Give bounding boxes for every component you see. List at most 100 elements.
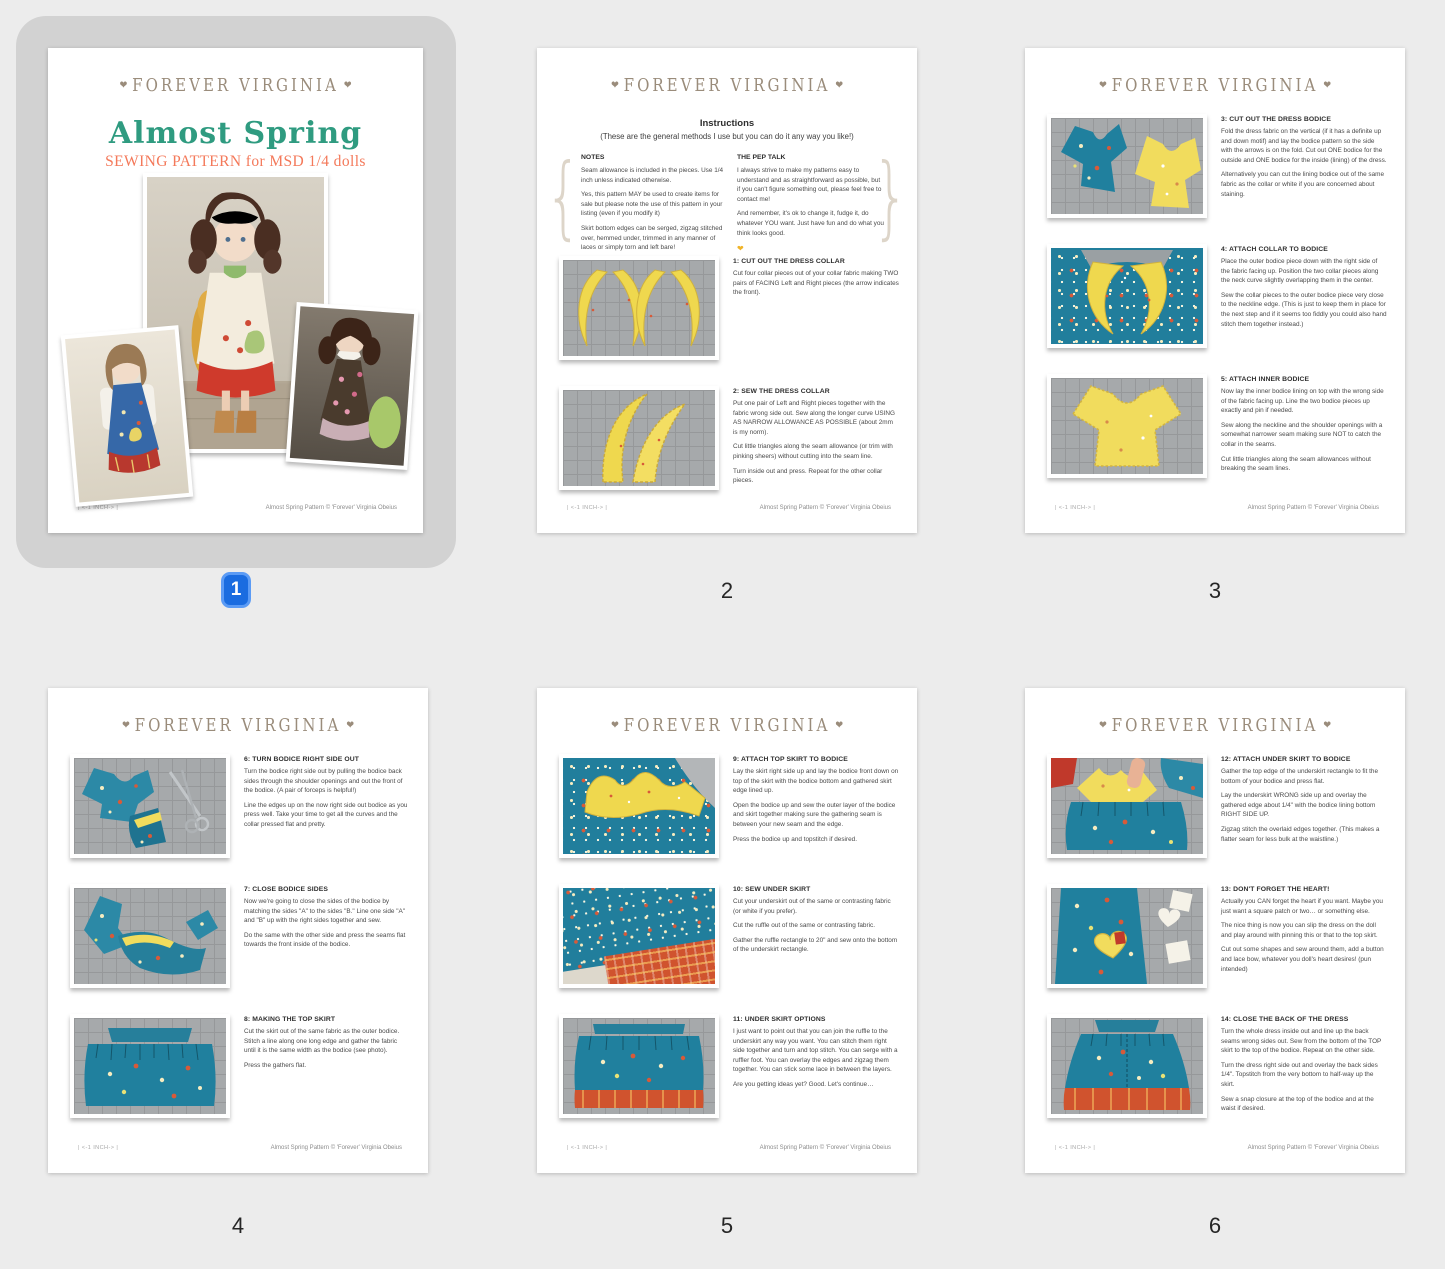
copyright-line: Almost Spring Pattern © 'Forever' Virgin… bbox=[1248, 505, 1379, 511]
step-paragraph: Sew along the neckline and the shoulder … bbox=[1221, 421, 1387, 450]
peptalk-paragraph: I always strive to make my patterns easy… bbox=[737, 166, 885, 204]
heart-icon: ❤ bbox=[1094, 80, 1112, 92]
page-footer: | <-1 INCH-> | Almost Spring Pattern © '… bbox=[48, 1145, 428, 1159]
page-thumbnail-3[interactable]: ❤FOREVER VIRGINIA❤ 3: CUT OUT THE DRESS … bbox=[1025, 48, 1405, 533]
photo-underskirt-to-bodice bbox=[1047, 754, 1207, 858]
heart-icon: ❤ bbox=[830, 720, 848, 732]
photo-underskirt-ruffle bbox=[559, 884, 719, 988]
page-number-3[interactable]: 3 bbox=[1025, 578, 1405, 604]
step-heading: 6: TURN BODICE RIGHT SIDE OUT bbox=[244, 756, 410, 763]
step-1: 1: CUT OUT THE DRESS COLLAR Cut four col… bbox=[733, 258, 899, 303]
step-6: 6: TURN BODICE RIGHT SIDE OUT Turn the b… bbox=[244, 756, 410, 835]
page-number-6[interactable]: 6 bbox=[1025, 1213, 1405, 1239]
step-paragraph: Zigzag stitch the overlaid edges togethe… bbox=[1221, 825, 1387, 844]
page-thumbnail-2[interactable]: ❤FOREVER VIRGINIA❤ Instructions (These a… bbox=[537, 48, 917, 533]
step-heading: 3: CUT OUT THE DRESS BODICE bbox=[1221, 116, 1387, 123]
page-thumbnail-1[interactable]: ❤FOREVER VIRGINIA❤ Almost Spring SEWING … bbox=[48, 48, 423, 533]
photo-collar-on-bodice bbox=[1047, 244, 1207, 348]
page-footer: | <-1 INCH-> | Almost Spring Pattern © '… bbox=[1025, 505, 1405, 519]
collar-pieces-illustration bbox=[563, 260, 715, 356]
copyright-line: Almost Spring Pattern © 'Forever' Virgin… bbox=[1248, 1145, 1379, 1151]
photo-skirt-to-bodice bbox=[559, 754, 719, 858]
thumbnail-grid: 1 2 3 4 5 6 ❤FOREVER VIRGINIA❤ Almost Sp… bbox=[0, 0, 1445, 1269]
step-paragraph: Open the bodice up and sew the outer lay… bbox=[733, 801, 899, 830]
page-number-4[interactable]: 4 bbox=[48, 1213, 428, 1239]
step-paragraph: Cut the skirt out of the same fabric as … bbox=[244, 1027, 410, 1056]
close-bodice-sides-illustration bbox=[74, 888, 226, 984]
step-paragraph: Cut out some shapes and sew around them,… bbox=[1221, 945, 1387, 974]
step-paragraph: Gather the top edge of the underskirt re… bbox=[1221, 767, 1387, 786]
page-number-2[interactable]: 2 bbox=[537, 578, 917, 604]
step-paragraph: Place the outer bodice piece down with t… bbox=[1221, 257, 1387, 286]
notes-paragraph: Skirt bottom edges can be serged, zigzag… bbox=[581, 224, 729, 253]
step-heading: 9: ATTACH TOP SKIRT TO BODICE bbox=[733, 756, 899, 763]
brand-header: ❤FOREVER VIRGINIA❤ bbox=[537, 74, 917, 96]
selected-page-badge[interactable]: 1 bbox=[221, 572, 251, 608]
step-paragraph: Cut little triangles along the seam allo… bbox=[733, 442, 899, 461]
gathered-skirt-illustration bbox=[74, 1018, 226, 1114]
step-3: 3: CUT OUT THE DRESS BODICE Fold the dre… bbox=[1221, 116, 1387, 204]
step-11: 11: UNDER SKIRT OPTIONS I just want to p… bbox=[733, 1016, 899, 1095]
notes-paragraph: Yes, this pattern MAY be used to create … bbox=[581, 190, 729, 219]
heart-icon: ❤ bbox=[115, 80, 133, 92]
heart-icon: ❤ bbox=[1318, 80, 1336, 92]
step-10: 10: SEW UNDER SKIRT Cut your underskirt … bbox=[733, 886, 899, 960]
step-heading: 4: ATTACH COLLAR TO BODICE bbox=[1221, 246, 1387, 253]
page-footer: | <-1 INCH-> | Almost Spring Pattern © '… bbox=[537, 1145, 917, 1159]
page-footer: | <-1 INCH-> | Almost Spring Pattern © '… bbox=[1025, 1145, 1405, 1159]
photo-sewn-collar bbox=[559, 386, 719, 490]
peptalk-paragraph: And remember, it's ok to change it, fudg… bbox=[737, 209, 885, 238]
copyright-line: Almost Spring Pattern © 'Forever' Virgin… bbox=[760, 1145, 891, 1151]
photo-close-bodice-sides bbox=[70, 884, 230, 988]
photo-dress-back bbox=[1047, 1014, 1207, 1118]
copyright-line: Almost Spring Pattern © 'Forever' Virgin… bbox=[266, 505, 397, 511]
page-number-5[interactable]: 5 bbox=[537, 1213, 917, 1239]
step-paragraph: Cut your underskirt out of the same or c… bbox=[733, 897, 899, 916]
step-paragraph: I just want to point out that you can jo… bbox=[733, 1027, 899, 1075]
step-paragraph: Lay the skirt right side up and lay the … bbox=[733, 767, 899, 796]
heart-icon: ❤ bbox=[606, 80, 624, 92]
step-paragraph: Alternatively you can cut the lining bod… bbox=[1221, 170, 1387, 199]
brand-header: ❤FOREVER VIRGINIA❤ bbox=[1025, 714, 1405, 736]
step-heading: 5: ATTACH INNER BODICE bbox=[1221, 376, 1387, 383]
step-paragraph: Are you getting ideas yet? Good. Let's c… bbox=[733, 1080, 899, 1090]
heart-applique-illustration bbox=[1051, 888, 1203, 984]
step-heading: 1: CUT OUT THE DRESS COLLAR bbox=[733, 258, 899, 265]
heart-icon: ❤ bbox=[606, 720, 624, 732]
step-paragraph: Actually you CAN forget the heart if you… bbox=[1221, 897, 1387, 916]
brand-header: ❤FOREVER VIRGINIA❤ bbox=[1025, 74, 1405, 96]
page-thumbnail-4[interactable]: ❤FOREVER VIRGINIA❤ 6: TURN BODICE RIGHT … bbox=[48, 688, 428, 1173]
step-paragraph: Do the same with the other side and pres… bbox=[244, 931, 410, 950]
step-paragraph: The nice thing is now you can slip the d… bbox=[1221, 921, 1387, 940]
inch-ruler: | <-1 INCH-> | bbox=[1055, 1145, 1095, 1151]
page-footer: | <-1 INCH-> | Almost Spring Pattern © '… bbox=[48, 505, 423, 519]
page-thumbnail-5[interactable]: ❤FOREVER VIRGINIA❤ 9: ATTACH TOP SKIRT T… bbox=[537, 688, 917, 1173]
photo-bodice-pieces bbox=[1047, 114, 1207, 218]
step-paragraph: Turn the dress right side out and overla… bbox=[1221, 1061, 1387, 1090]
step-paragraph: Gather the ruffle rectangle to 20" and s… bbox=[733, 936, 899, 955]
step-paragraph: Now we're going to close the sides of th… bbox=[244, 897, 410, 926]
step-5: 5: ATTACH INNER BODICE Now lay the inner… bbox=[1221, 376, 1387, 479]
step-heading: 8: MAKING THE TOP SKIRT bbox=[244, 1016, 410, 1023]
step-heading: 2: SEW THE DRESS COLLAR bbox=[733, 388, 899, 395]
brace-left: { bbox=[545, 144, 582, 249]
step-12: 12: ATTACH UNDER SKIRT TO BODICE Gather … bbox=[1221, 756, 1387, 849]
step-paragraph: Line the edges up on the now right side … bbox=[244, 801, 410, 830]
page-thumbnail-6[interactable]: ❤FOREVER VIRGINIA❤ 12: bbox=[1025, 688, 1405, 1173]
step-heading: 7: CLOSE BODICE SIDES bbox=[244, 886, 410, 893]
step-8: 8: MAKING THE TOP SKIRT Cut the skirt ou… bbox=[244, 1016, 410, 1075]
step-paragraph: Cut four collar pieces out of your colla… bbox=[733, 269, 899, 298]
photo-heart-applique bbox=[1047, 884, 1207, 988]
heart-icon: ❤ bbox=[1318, 720, 1336, 732]
step-paragraph: Put one pair of Left and Right pieces to… bbox=[733, 399, 899, 437]
step-paragraph: Fold the dress fabric on the vertical (i… bbox=[1221, 127, 1387, 165]
heart-icon: ❤ bbox=[341, 720, 359, 732]
underskirt-assembled-illustration bbox=[563, 1018, 715, 1114]
photo-collar-pieces bbox=[559, 256, 719, 360]
step-4: 4: ATTACH COLLAR TO BODICE Place the out… bbox=[1221, 246, 1387, 334]
collar-on-bodice-illustration bbox=[1051, 248, 1203, 344]
step-paragraph: Sew the collar pieces to the outer bodic… bbox=[1221, 291, 1387, 329]
copyright-line: Almost Spring Pattern © 'Forever' Virgin… bbox=[271, 1145, 402, 1151]
step-9: 9: ATTACH TOP SKIRT TO BODICE Lay the sk… bbox=[733, 756, 899, 849]
bodice-pieces-illustration bbox=[1051, 118, 1203, 214]
